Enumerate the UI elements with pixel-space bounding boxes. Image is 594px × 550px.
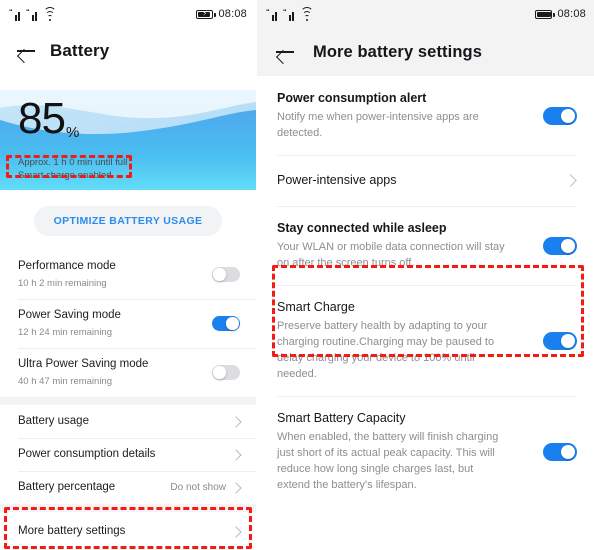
performance-mode-toggle[interactable] xyxy=(212,267,240,282)
status-bar-left: “ “ ⚡ 08:08 xyxy=(0,0,256,28)
stay-connected-toggle[interactable] xyxy=(543,236,577,255)
signal-bars-icon-2: “ xyxy=(26,9,39,21)
battery-percentage-value: 85% xyxy=(18,94,79,143)
battery-modes-group: Performance mode 10 h 2 min remaining Po… xyxy=(0,250,256,397)
more-settings-group: More battery settings xyxy=(0,512,256,550)
row-title: Power Saving mode xyxy=(18,309,121,321)
chevron-right-icon xyxy=(564,174,577,187)
row-smart-battery-capacity[interactable]: Smart Battery Capacity When enabled, the… xyxy=(257,396,594,507)
section-divider xyxy=(0,397,256,405)
status-bar-right-icons: ⚡ 08:08 xyxy=(196,8,247,20)
row-title: Smart Charge xyxy=(277,300,355,314)
row-stay-connected-while-asleep[interactable]: Stay connected while asleep Your WLAN or… xyxy=(257,206,594,285)
battery-settings-screen: “ “ ⚡ 08:08 Battery 85% Approx. 1 h 0 mi… xyxy=(0,0,256,550)
row-power-intensive-apps[interactable]: Power-intensive apps xyxy=(257,155,594,206)
row-more-battery-settings[interactable]: More battery settings xyxy=(0,512,256,550)
row-subtitle: 40 h 47 min remaining xyxy=(18,376,112,387)
row-title: Power consumption alert xyxy=(277,91,427,105)
row-title: Battery usage xyxy=(18,415,89,427)
row-title: Power-intensive apps xyxy=(277,173,397,187)
signal-bars-icon: “ xyxy=(266,9,279,21)
dual-phone-screenshot: “ “ ⚡ 08:08 Battery 85% Approx. 1 h 0 mi… xyxy=(0,0,594,550)
row-performance-mode[interactable]: Performance mode 10 h 2 min remaining xyxy=(0,250,256,299)
row-battery-percentage[interactable]: Battery percentage Do not show xyxy=(0,471,256,504)
row-subtitle: Your WLAN or mobile data connection will… xyxy=(277,241,505,269)
optimize-button-wrap: OPTIMIZE BATTERY USAGE xyxy=(0,206,256,236)
ultra-power-saving-mode-toggle[interactable] xyxy=(212,365,240,380)
row-battery-usage[interactable]: Battery usage xyxy=(0,405,256,438)
status-bar-right: “ “ 08:08 xyxy=(257,0,594,28)
status-bar-clock: 08:08 xyxy=(218,8,247,20)
status-bar-left-icons: “ “ xyxy=(266,7,313,21)
smart-charge-toggle[interactable] xyxy=(543,331,577,350)
status-bar-left-icons: “ “ xyxy=(9,7,56,21)
settings-list: Power consumption alert Notify me when p… xyxy=(257,76,594,507)
optimize-battery-usage-button[interactable]: OPTIMIZE BATTERY USAGE xyxy=(33,206,223,236)
page-title: More battery settings xyxy=(313,42,482,61)
row-power-consumption-details[interactable]: Power consumption details xyxy=(0,438,256,471)
battery-full-icon xyxy=(535,9,555,19)
row-subtitle: Notify me when power-intensive apps are … xyxy=(277,111,479,139)
row-power-consumption-alert[interactable]: Power consumption alert Notify me when p… xyxy=(257,76,594,155)
page-title: Battery xyxy=(50,41,110,60)
percent-symbol: % xyxy=(65,124,79,141)
row-title: Power consumption details xyxy=(18,448,156,460)
row-smart-charge[interactable]: Smart Charge Preserve battery health by … xyxy=(257,285,594,396)
battery-charging-icon: ⚡ xyxy=(196,9,216,19)
row-subtitle: When enabled, the battery will finish ch… xyxy=(277,431,499,491)
row-title: Battery percentage xyxy=(18,481,116,493)
app-bar-left: Battery xyxy=(0,28,256,74)
row-subtitle: Preserve battery health by adapting to y… xyxy=(277,320,495,380)
wifi-icon xyxy=(300,7,313,21)
power-consumption-alert-toggle[interactable] xyxy=(543,106,577,125)
chevron-right-icon xyxy=(230,525,242,538)
battery-percentage-value-label: Do not show xyxy=(170,482,226,493)
more-battery-settings-screen: “ “ 08:08 More battery settings Power co… xyxy=(256,0,594,550)
smart-charge-status: Smart charge enabled xyxy=(18,170,112,181)
wifi-icon xyxy=(43,7,56,21)
back-arrow-icon[interactable] xyxy=(275,42,295,62)
chevron-right-icon xyxy=(230,448,242,461)
smart-battery-capacity-toggle[interactable] xyxy=(543,442,577,461)
section-divider-2 xyxy=(0,504,256,512)
row-ultra-power-saving-mode[interactable]: Ultra Power Saving mode 40 h 47 min rema… xyxy=(0,348,256,397)
row-title: Stay connected while asleep xyxy=(277,221,447,235)
chevron-right-icon xyxy=(230,415,242,428)
row-subtitle: 10 h 2 min remaining xyxy=(18,278,107,289)
row-title: More battery settings xyxy=(18,525,126,537)
row-power-saving-mode[interactable]: Power Saving mode 12 h 24 min remaining xyxy=(0,299,256,348)
signal-bars-icon: “ xyxy=(9,9,22,21)
app-bar-right: More battery settings xyxy=(257,28,594,76)
battery-hero-card: 85% Approx. 1 h 0 min until full Smart c… xyxy=(0,90,256,190)
row-subtitle: 12 h 24 min remaining xyxy=(18,327,112,338)
row-title: Performance mode xyxy=(18,260,116,272)
row-title: Ultra Power Saving mode xyxy=(18,358,149,370)
back-arrow-icon[interactable] xyxy=(16,41,36,61)
battery-hero-text: 85% Approx. 1 h 0 min until full Smart c… xyxy=(0,90,256,182)
status-bar-clock: 08:08 xyxy=(557,8,586,20)
time-until-full: Approx. 1 h 0 min until full xyxy=(18,157,128,168)
row-title: Smart Battery Capacity xyxy=(277,411,406,425)
signal-bars-icon-2: “ xyxy=(283,9,296,21)
battery-links-group: Battery usage Power consumption details … xyxy=(0,405,256,504)
power-saving-mode-toggle[interactable] xyxy=(212,316,240,331)
status-bar-right-icons: 08:08 xyxy=(535,8,586,20)
chevron-right-icon xyxy=(230,481,242,494)
